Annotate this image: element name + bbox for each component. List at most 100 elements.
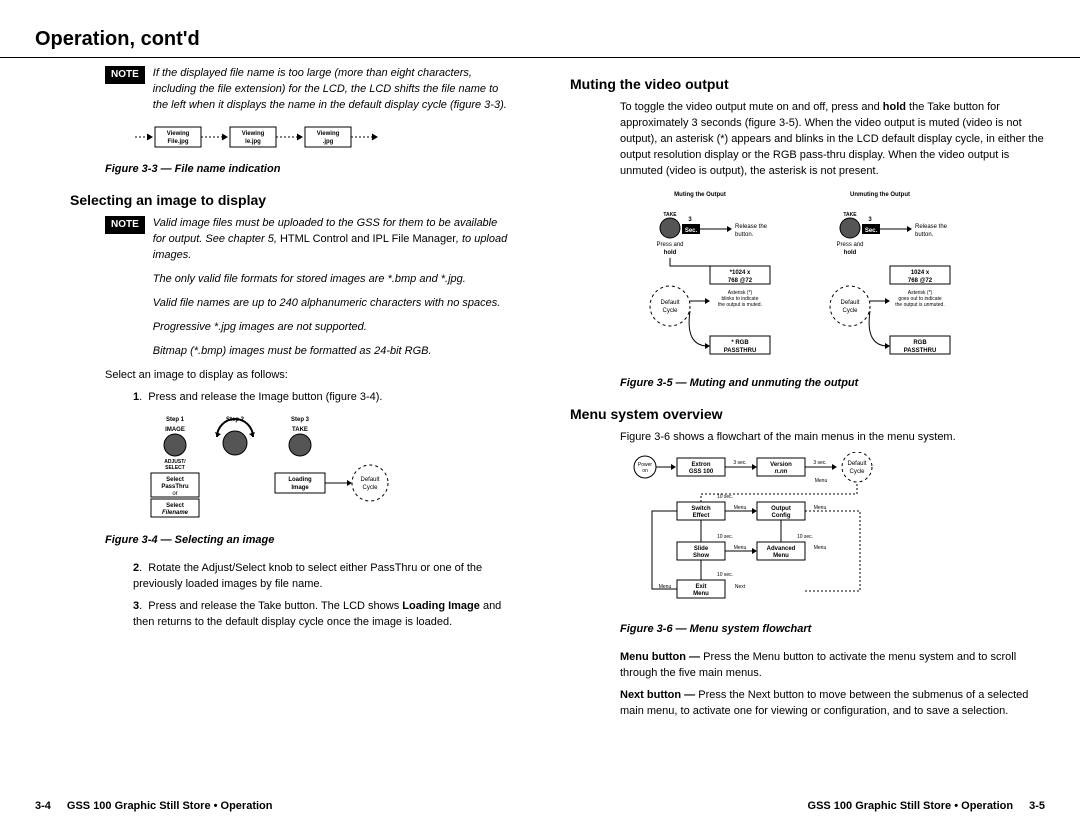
svg-text:3: 3 [868, 217, 872, 223]
svg-text:Advanced: Advanced [767, 546, 796, 552]
svg-text:button.: button. [915, 232, 934, 238]
svg-text:* RGB: * RGB [731, 340, 749, 346]
svg-text:Step 1: Step 1 [166, 417, 185, 423]
page-title: Operation, cont'd [0, 0, 1080, 58]
svg-text:Viewing: Viewing [317, 131, 340, 137]
next-button-desc: Next button — Press the Next button to m… [620, 688, 1045, 720]
svg-text:IMAGE: IMAGE [165, 427, 185, 433]
menu-overview-para: Figure 3-6 shows a flowchart of the main… [620, 430, 1045, 446]
svg-text:Release the: Release the [735, 224, 768, 230]
select-steps: 1. Press and release the Image button (f… [105, 390, 510, 406]
svg-text:Menu: Menu [734, 505, 747, 511]
svg-text:the output is unmuted.: the output is unmuted. [895, 302, 944, 308]
svg-text:Menu: Menu [773, 553, 789, 559]
footer-text-left: GSS 100 Graphic Still Store • Operation [67, 800, 273, 812]
svg-text:TAKE: TAKE [663, 212, 677, 218]
svg-text:Default: Default [840, 300, 859, 306]
svg-text:Cycle: Cycle [842, 308, 858, 314]
svg-text:the output is muted.: the output is muted. [718, 302, 762, 308]
svg-text:10 sec.: 10 sec. [717, 494, 733, 500]
svg-text:Step 3: Step 3 [291, 417, 310, 423]
svg-text:Switch: Switch [691, 506, 711, 512]
svg-text:Press and: Press and [656, 242, 683, 248]
svg-text:10 sec.: 10 sec. [717, 572, 733, 578]
svg-text:Viewing: Viewing [167, 131, 190, 137]
figure-3-6-caption: Figure 3-6 — Menu system flowchart [620, 622, 1045, 638]
svg-text:n.nn: n.nn [775, 469, 788, 475]
svg-text:3 sec.: 3 sec. [733, 460, 746, 466]
footer-text-right: GSS 100 Graphic Still Store • Operation [808, 800, 1014, 812]
svg-text:PassThru: PassThru [161, 484, 189, 490]
svg-text:Version: Version [770, 462, 792, 468]
heading-selecting: Selecting an image to display [70, 190, 510, 210]
content-columns: NOTE If the displayed file name is too l… [0, 58, 1080, 800]
svg-text:Menu: Menu [814, 505, 827, 511]
step-1: 1. Press and release the Image button (f… [133, 390, 510, 406]
note-valid-images: NOTE Valid image files must be uploaded … [105, 216, 510, 360]
svg-text:Select: Select [166, 503, 184, 509]
figure-3-3-caption: Figure 3-3 — File name indication [105, 162, 510, 178]
svg-text:Unmuting the Output: Unmuting the Output [850, 192, 910, 198]
svg-text:Effect: Effect [693, 513, 710, 519]
svg-text:Slide: Slide [694, 546, 709, 552]
svg-text:Default: Default [660, 300, 679, 306]
svg-text:PASSTHRU: PASSTHRU [904, 348, 937, 354]
svg-text:PASSTHRU: PASSTHRU [724, 348, 757, 354]
step-2: 2. Rotate the Adjust/Select knob to sele… [133, 561, 510, 593]
svg-text:Filename: Filename [162, 510, 189, 516]
svg-text:Muting the Output: Muting the Output [674, 192, 726, 198]
svg-text:Menu: Menu [814, 545, 827, 551]
svg-text:Cycle: Cycle [662, 308, 678, 314]
svg-text:Loading: Loading [288, 477, 312, 483]
svg-text:Show: Show [693, 553, 709, 559]
right-column: Muting the video output To toggle the vi… [545, 66, 1045, 800]
svg-text:Menu: Menu [815, 478, 828, 484]
svg-text:on: on [642, 468, 648, 474]
svg-text:Cycle: Cycle [362, 485, 378, 491]
figure-3-4-caption: Figure 3-4 — Selecting an image [105, 533, 510, 549]
mute-paragraph: To toggle the video output mute on and o… [620, 100, 1045, 180]
page-number-right: 3-5 [1029, 800, 1045, 812]
svg-text:GSS 100: GSS 100 [689, 469, 714, 475]
svg-text:1024 x: 1024 x [911, 270, 930, 276]
svg-text:or: or [172, 491, 177, 497]
svg-text:le.jpg: le.jpg [245, 139, 261, 145]
svg-text:Image: Image [291, 485, 309, 491]
note-label: NOTE [105, 66, 145, 84]
svg-text:TAKE: TAKE [292, 427, 308, 433]
heading-muting: Muting the video output [570, 74, 1045, 94]
svg-text:*1024 x: *1024 x [730, 270, 751, 276]
svg-text:button.: button. [735, 232, 754, 238]
svg-text:Sec.: Sec. [865, 228, 878, 234]
figure-3-6: Poweron ExtronGSS 100 3 sec. Version n.n… [625, 452, 1045, 612]
svg-text:Menu: Menu [734, 545, 747, 551]
figure-3-4: Step 1 Step 2 Step 3 IMAGE ADJUST/ SELEC… [145, 413, 510, 523]
svg-text:Exit: Exit [695, 584, 706, 590]
svg-text:SELECT: SELECT [165, 465, 185, 471]
svg-text:10 sec.: 10 sec. [717, 534, 733, 540]
svg-text:3 sec.: 3 sec. [813, 460, 826, 466]
svg-text:RGB: RGB [913, 340, 927, 346]
select-intro: Select an image to display as follows: [105, 368, 510, 384]
svg-text:Default: Default [847, 461, 866, 467]
page-number-left: 3-4 [35, 800, 51, 812]
svg-text:.jpg: .jpg [323, 139, 334, 145]
svg-text:Extron: Extron [691, 462, 710, 468]
svg-text:Sec.: Sec. [685, 228, 698, 234]
select-steps-cont: 2. Rotate the Adjust/Select knob to sele… [105, 561, 510, 631]
menu-button-desc: Menu button — Press the Menu button to a… [620, 650, 1045, 682]
page-footer: 3-4 GSS 100 Graphic Still Store • Operat… [0, 800, 1080, 834]
svg-text:Next: Next [735, 584, 746, 590]
note-filename: NOTE If the displayed file name is too l… [105, 66, 510, 114]
heading-menu-overview: Menu system overview [570, 404, 1045, 424]
figure-3-3: Viewing File.jpg Viewing le.jpg Viewing … [135, 122, 510, 152]
svg-text:Menu: Menu [693, 591, 709, 597]
svg-text:Release the: Release the [915, 224, 948, 230]
svg-text:768 @72: 768 @72 [728, 278, 753, 284]
svg-text:3: 3 [688, 217, 692, 223]
svg-text:hold: hold [844, 250, 857, 256]
note-text: Valid image files must be uploaded to th… [153, 216, 510, 360]
svg-text:Cycle: Cycle [849, 469, 865, 475]
svg-text:File.jpg: File.jpg [168, 139, 189, 145]
step-3: 3. Press and release the Take button. Th… [133, 599, 510, 631]
